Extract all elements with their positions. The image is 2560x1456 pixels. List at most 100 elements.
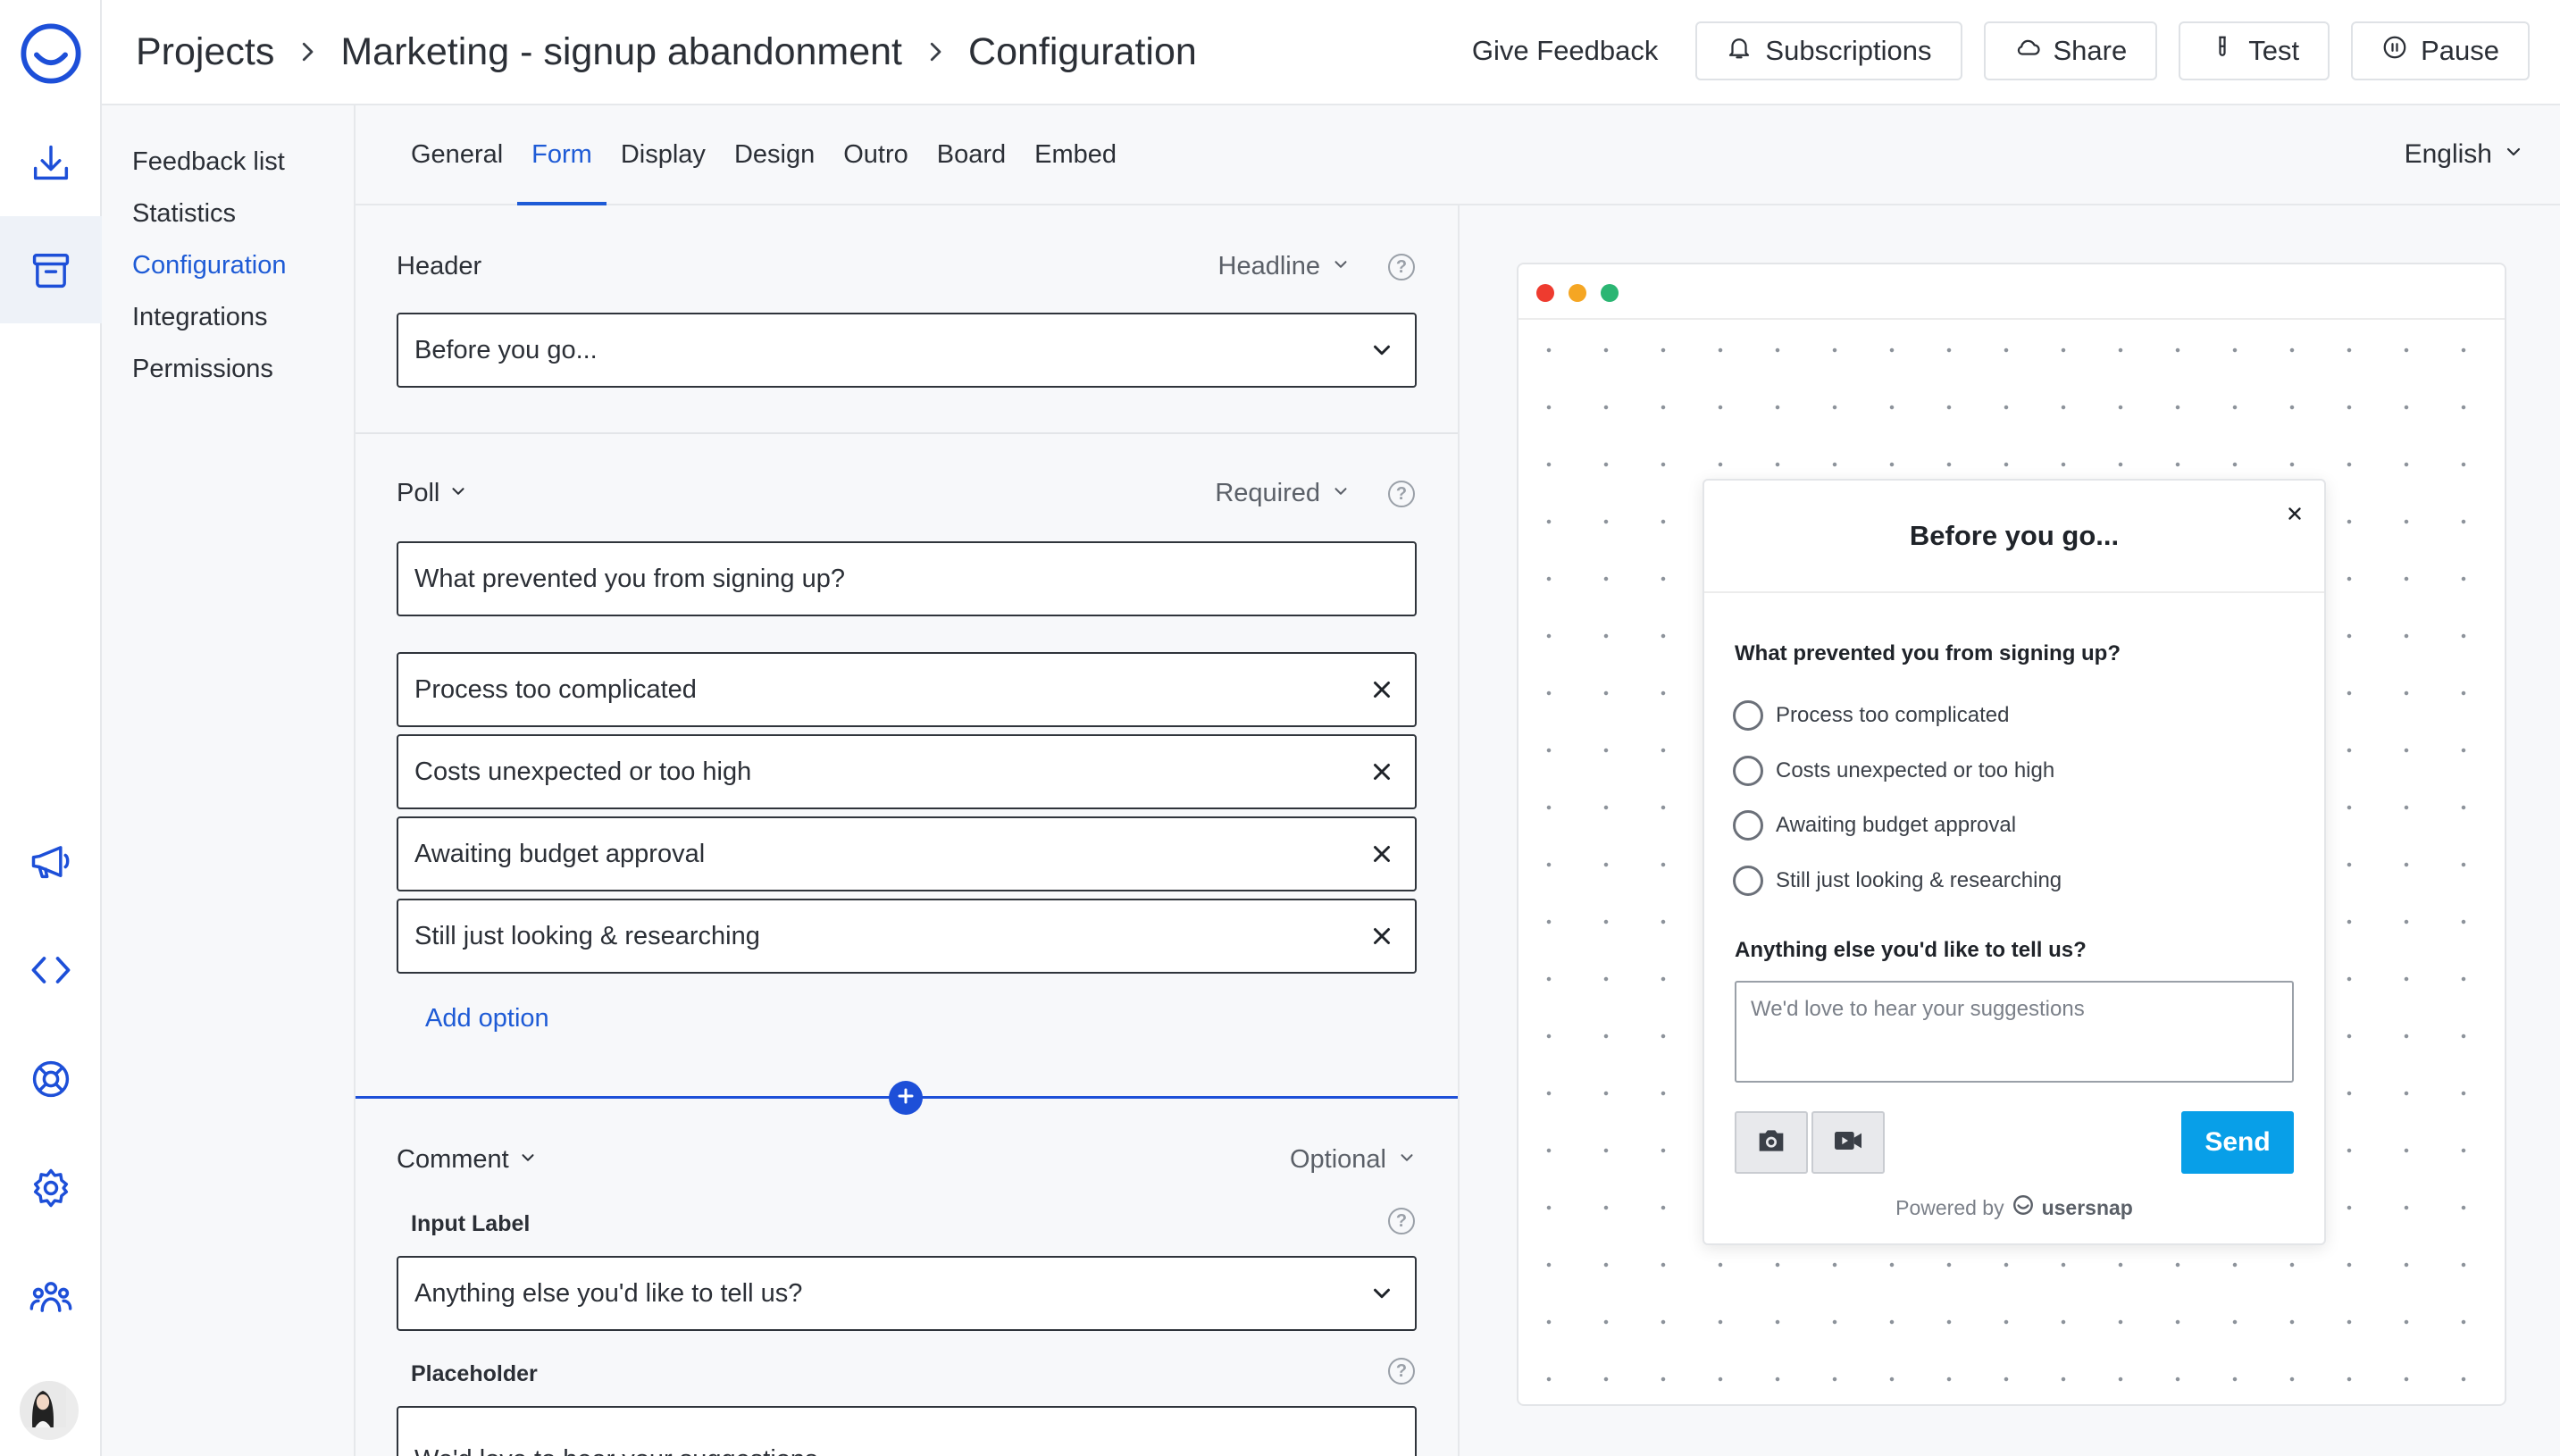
radio-button[interactable] [1733,866,1763,896]
placeholder-value: We'd love to hear your suggestions [414,1445,818,1456]
chevron-down-icon[interactable] [1368,337,1395,364]
test-button[interactable]: Test [2179,21,2330,80]
usersnap-logo-icon [2012,1193,2035,1222]
widget-comment-textarea[interactable]: We'd love to hear your suggestions [1735,981,2294,1083]
header-type-label: Headline [1217,252,1320,280]
avatar[interactable] [20,1381,79,1440]
widget-radio-option[interactable]: Awaiting budget approval [1733,810,2016,841]
poll-requirement-select[interactable]: Required [1215,479,1351,508]
subscriptions-label: Subscriptions [1765,35,1932,66]
chevron-down-icon[interactable] [1368,1280,1395,1307]
input-label-field[interactable]: Anything else you'd like to tell us? [397,1256,1417,1331]
close-icon[interactable] [1368,758,1395,785]
placeholder-field[interactable]: We'd love to hear your suggestions [397,1406,1417,1456]
help-icon[interactable]: ? [1388,1208,1415,1234]
widget-radio-option[interactable]: Costs unexpected or too high [1733,756,2054,786]
breadcrumb: Projects Marketing - signup abandonment … [136,0,1197,104]
video-record-button[interactable] [1811,1111,1885,1174]
archive-box-icon[interactable] [0,216,102,323]
radio-button[interactable] [1733,700,1763,731]
browser-mockup: Before you go... What prevented you from… [1517,263,2506,1406]
tab-display[interactable]: Display [607,105,720,204]
help-icon[interactable]: ? [1388,481,1415,507]
header-field[interactable]: Before you go... [397,313,1417,388]
breadcrumb-project[interactable]: Marketing - signup abandonment [340,30,902,74]
add-section-button[interactable] [889,1081,923,1115]
megaphone-icon[interactable] [0,807,102,915]
send-button[interactable]: Send [2181,1111,2294,1174]
poll-option-field[interactable]: Awaiting budget approval [397,816,1417,891]
comment-section-toggle[interactable]: Comment [397,1145,538,1175]
feedback-widget: Before you go... What prevented you from… [1702,479,2326,1245]
plus-icon [895,1085,916,1111]
poll-section-toggle[interactable]: Poll [397,479,468,508]
code-icon[interactable] [0,916,102,1024]
widget-radio-option[interactable]: Still just looking & researching [1733,866,2062,896]
widget-comment-placeholder: We'd love to hear your suggestions [1751,997,2085,1021]
close-icon[interactable] [1368,676,1395,703]
gear-icon[interactable] [0,1134,102,1242]
screenshot-button[interactable] [1735,1111,1808,1174]
input-label-value: Anything else you'd like to tell us? [414,1278,803,1308]
chevron-down-icon [518,1145,538,1175]
comment-requirement-select[interactable]: Optional [1290,1145,1417,1175]
breadcrumb-projects[interactable]: Projects [136,30,274,74]
pause-button[interactable]: Pause [2351,21,2530,80]
tab-design[interactable]: Design [720,105,829,204]
lifebuoy-icon[interactable] [0,1025,102,1133]
chevron-right-icon [294,38,321,65]
subnav-item-integrations[interactable]: Integrations [102,291,354,343]
header-section-label: Header [397,252,482,280]
team-icon[interactable] [0,1243,102,1351]
download-icon[interactable] [0,109,102,216]
pause-icon [2381,34,2408,68]
tab-form[interactable]: Form [517,105,607,205]
share-label: Share [2053,35,2128,66]
widget-divider [1704,591,2324,593]
widget-radio-label: Awaiting budget approval [1776,813,2017,837]
video-camera-icon [1830,1123,1866,1163]
subscriptions-button[interactable]: Subscriptions [1695,21,1962,80]
help-icon[interactable]: ? [1388,1358,1415,1385]
poll-requirement-label: Required [1215,479,1320,507]
radio-button[interactable] [1733,810,1763,841]
poll-option-field[interactable]: Costs unexpected or too high [397,734,1417,809]
subnav-item-configuration[interactable]: Configuration [102,239,354,291]
comment-section-label: Comment [397,1145,509,1174]
poll-option-field[interactable]: Still just looking & researching [397,899,1417,974]
give-feedback-link[interactable]: Give Feedback [1472,35,1659,67]
widget-radio-label: Still just looking & researching [1776,868,2062,892]
add-option-link[interactable]: Add option [425,1004,549,1033]
widget-comment-question: Anything else you'd like to tell us? [1735,938,2087,962]
radio-button[interactable] [1733,756,1763,786]
top-bar: Projects Marketing - signup abandonment … [102,0,2560,105]
chevron-down-icon [1331,479,1351,508]
tab-outro[interactable]: Outro [829,105,923,204]
powered-by-label: Powered by [1895,1195,2004,1219]
language-select[interactable]: English [2405,105,2524,204]
config-tabs-bar: General Form Display Design Outro Board … [356,105,2560,205]
usersnap-logo-icon[interactable] [0,0,102,107]
share-button[interactable]: Share [1983,21,2158,80]
subnav-item-permissions[interactable]: Permissions [102,343,354,395]
close-icon[interactable] [1368,841,1395,867]
form-editor: Header Headline ? Before you go... Poll … [356,205,1460,1456]
input-label-title: Input Label [411,1211,531,1236]
widget-title: Before you go... [1909,520,2120,551]
chevron-down-icon [448,479,468,508]
help-icon[interactable]: ? [1388,254,1415,280]
poll-option-field[interactable]: Process too complicated [397,652,1417,727]
tab-general[interactable]: General [397,105,517,204]
widget-radio-option[interactable]: Process too complicated [1733,700,2009,731]
icon-rail [0,0,102,1456]
chevron-down-icon[interactable] [1368,1448,1395,1456]
cloud-icon [2014,34,2041,68]
tab-embed[interactable]: Embed [1020,105,1131,204]
subnav-item-feedback-list[interactable]: Feedback list [102,136,354,188]
close-icon[interactable] [1368,923,1395,950]
subnav-item-statistics[interactable]: Statistics [102,188,354,239]
poll-question-value: What prevented you from signing up? [414,564,845,593]
header-type-select[interactable]: Headline [1218,252,1351,281]
poll-question-field[interactable]: What prevented you from signing up? [397,541,1417,616]
tab-board[interactable]: Board [923,105,1020,204]
